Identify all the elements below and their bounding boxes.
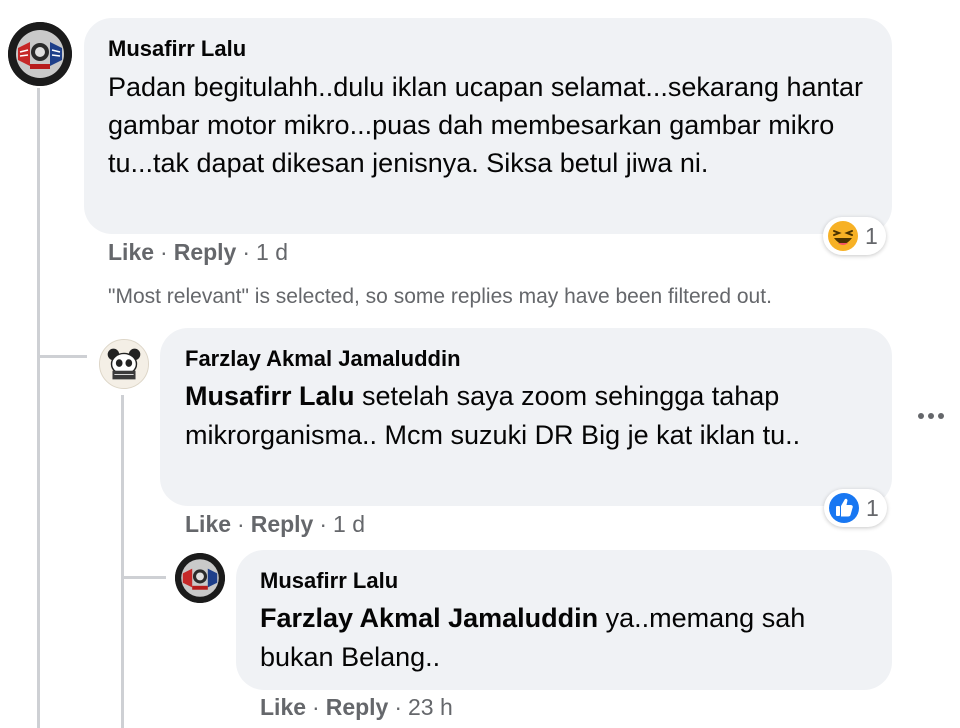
avatar-emblem-icon	[175, 553, 225, 603]
separator: ·	[394, 694, 403, 720]
reply-1-text: Musafirr Lalu setelah saya zoom sehingga…	[185, 377, 875, 455]
comment-like-button[interactable]: Like	[108, 239, 154, 265]
reply-2-timestamp[interactable]: 23 h	[408, 694, 453, 720]
filter-notice: "Most relevant" is selected, so some rep…	[108, 285, 772, 308]
comment-reply-button[interactable]: Reply	[174, 239, 237, 265]
separator: ·	[242, 239, 251, 265]
more-horizontal-icon	[918, 413, 944, 419]
avatar-emblem-icon	[8, 22, 72, 86]
reply-1-reaction-badge[interactable]: 1	[824, 489, 887, 527]
comment-author[interactable]: Musafirr Lalu	[108, 36, 246, 62]
reply-1-author[interactable]: Farzlay Akmal Jamaluddin	[185, 346, 461, 372]
separator: ·	[160, 239, 168, 265]
reply-1-reply-button[interactable]: Reply	[251, 511, 314, 537]
comment-timestamp[interactable]: 1 d	[256, 239, 288, 265]
avatar-musafirr-lalu-small[interactable]	[175, 553, 225, 603]
reply-1-mention[interactable]: Musafirr Lalu	[185, 381, 355, 411]
avatar-musafirr-lalu[interactable]	[8, 22, 72, 86]
reply-1-like-button[interactable]: Like	[185, 511, 231, 537]
thread-line-reply-1	[121, 395, 124, 728]
thread-connector-reply-1	[37, 355, 87, 358]
avatar-panda-icon	[100, 340, 148, 388]
comment-reaction-count: 1	[865, 222, 878, 249]
reply-2-mention[interactable]: Farzlay Akmal Jamaluddin	[260, 603, 598, 633]
reply-1-timestamp[interactable]: 1 d	[333, 511, 365, 537]
avatar-farzlay-akmal-jamaluddin[interactable]	[99, 339, 149, 389]
reply-2-actions: Like · Reply · 23 h	[260, 694, 453, 721]
comment-text: Padan begitulahh..dulu iklan ucapan sela…	[108, 72, 864, 178]
thread-line-main	[37, 88, 40, 728]
haha-emoji-icon	[828, 221, 858, 251]
reply-2-like-button[interactable]: Like	[260, 694, 306, 720]
comment-actions: Like · Reply · 1 d	[108, 239, 288, 266]
separator: ·	[237, 511, 245, 537]
separator: ·	[319, 511, 328, 537]
reply-2-author[interactable]: Musafirr Lalu	[260, 568, 398, 594]
more-options-button[interactable]	[911, 396, 951, 436]
reply-2-reply-button[interactable]: Reply	[326, 694, 389, 720]
separator: ·	[312, 694, 320, 720]
like-thumb-icon	[829, 493, 859, 523]
reply-1-reaction-count: 1	[866, 494, 879, 521]
comment-reaction-badge[interactable]: 1	[823, 217, 886, 255]
thread-connector-reply-2	[121, 576, 166, 579]
reply-2-text: Farzlay Akmal Jamaluddin ya..memang sah …	[260, 599, 876, 677]
reply-1-actions: Like · Reply · 1 d	[185, 511, 365, 538]
